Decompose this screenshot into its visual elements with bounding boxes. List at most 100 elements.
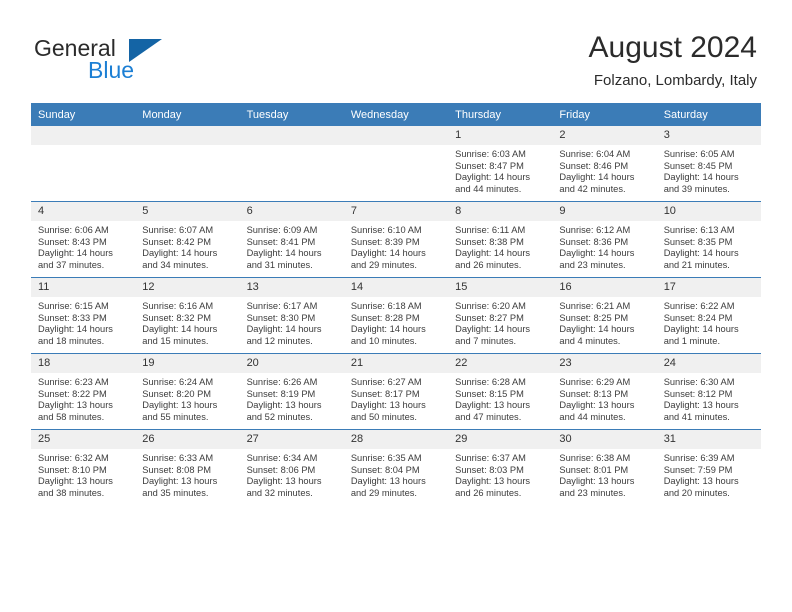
day-detail-line: Sunrise: 6:28 AM bbox=[455, 377, 526, 387]
day-detail-line: and 10 minutes. bbox=[350, 335, 417, 346]
day-cell-inner: 27 Sunrise: 6:34 AM Sunset: 8:06 PM Dayligh… bbox=[239, 430, 344, 505]
calendar-page: General Blue August 2024 Folzano, Lombar… bbox=[0, 0, 792, 612]
page-title: August 2024 bbox=[588, 31, 757, 64]
day-details: Sunrise: 6:12 AM Sunset: 8:36 PM Daylight:… bbox=[552, 221, 656, 271]
day-cell-inner: 13 Sunrise: 6:17 AM Sunset: 8:30 PM Dayligh… bbox=[239, 278, 344, 353]
day-details: Sunrise: 6:07 AM Sunset: 8:42 PM Daylight:… bbox=[135, 221, 239, 271]
calendar-day-cell[interactable]: 7 Sunrise: 6:10 AM Sunset: 8:39 PM Daylight… bbox=[343, 201, 449, 278]
day-detail-line: and 42 minutes. bbox=[559, 183, 626, 194]
calendar-day-cell[interactable]: 4 Sunrise: 6:06 AM Sunset: 8:43 PM Daylight… bbox=[31, 201, 136, 278]
calendar-day-cell[interactable]: 14 Sunrise: 6:18 AM Sunset: 8:28 PM Dayligh… bbox=[343, 277, 449, 354]
day-detail-line: Sunset: 8:27 PM bbox=[455, 312, 524, 323]
day-cell-inner: 28 Sunrise: 6:35 AM Sunset: 8:04 PM Dayligh… bbox=[343, 430, 449, 505]
day-detail-line: Daylight: 13 hours bbox=[663, 400, 739, 411]
calendar-day-cell[interactable]: 19 Sunrise: 6:24 AM Sunset: 8:20 PM Dayligh… bbox=[135, 353, 240, 430]
day-details: Sunrise: 6:28 AM Sunset: 8:15 PM Daylight:… bbox=[448, 373, 552, 423]
day-detail-line: Sunset: 7:59 PM bbox=[663, 464, 733, 475]
calendar-day-cell[interactable]: 26 Sunrise: 6:33 AM Sunset: 8:08 PM Dayligh… bbox=[135, 429, 240, 505]
day-details: Sunrise: 6:22 AM Sunset: 8:24 PM Daylight:… bbox=[657, 297, 761, 347]
calendar-day-cell[interactable]: 6 Sunrise: 6:09 AM Sunset: 8:41 PM Daylight… bbox=[239, 201, 344, 278]
day-number bbox=[31, 126, 136, 145]
calendar-day-cell[interactable]: 22 Sunrise: 6:28 AM Sunset: 8:15 PM Dayligh… bbox=[448, 353, 553, 430]
day-number: 27 bbox=[239, 430, 344, 449]
day-details: Sunrise: 6:04 AM Sunset: 8:46 PM Daylight:… bbox=[552, 145, 656, 195]
calendar-day-cell[interactable]: 20 Sunrise: 6:26 AM Sunset: 8:19 PM Dayligh… bbox=[239, 353, 344, 430]
day-cell-inner bbox=[343, 126, 449, 201]
day-detail-line: and 29 minutes. bbox=[350, 487, 417, 498]
day-number: 22 bbox=[448, 354, 553, 373]
calendar-day-cell[interactable]: 11 Sunrise: 6:15 AM Sunset: 8:33 PM Dayligh… bbox=[31, 277, 136, 354]
day-details: Sunrise: 6:11 AM Sunset: 8:38 PM Daylight:… bbox=[448, 221, 552, 271]
day-number: 17 bbox=[656, 278, 761, 297]
day-detail-line: Daylight: 14 hours bbox=[663, 324, 739, 335]
calendar-day-cell[interactable]: 12 Sunrise: 6:16 AM Sunset: 8:32 PM Dayligh… bbox=[135, 277, 240, 354]
day-number: 1 bbox=[448, 126, 553, 145]
day-number: 14 bbox=[343, 278, 449, 297]
weekday-header-tuesday: Tuesday bbox=[239, 103, 344, 126]
day-detail-line: Daylight: 13 hours bbox=[350, 400, 426, 411]
day-detail-line: Sunset: 8:04 PM bbox=[350, 464, 420, 475]
day-number: 25 bbox=[31, 430, 136, 449]
day-detail-line: Sunset: 8:15 PM bbox=[455, 388, 524, 399]
calendar-week-row: 4 Sunrise: 6:06 AM Sunset: 8:43 PM Daylight… bbox=[31, 201, 761, 278]
calendar-day-cell[interactable]: 13 Sunrise: 6:17 AM Sunset: 8:30 PM Dayligh… bbox=[239, 277, 344, 354]
day-number: 23 bbox=[552, 354, 657, 373]
day-detail-line: Sunset: 8:39 PM bbox=[350, 236, 420, 247]
general-blue-logo[interactable]: General Blue bbox=[34, 36, 244, 88]
day-cell-inner: 11 Sunrise: 6:15 AM Sunset: 8:33 PM Dayligh… bbox=[31, 278, 136, 353]
day-number: 13 bbox=[239, 278, 344, 297]
day-detail-line: Sunrise: 6:33 AM bbox=[142, 453, 214, 463]
calendar-day-cell[interactable]: 1 Sunrise: 6:03 AM Sunset: 8:47 PM Daylight… bbox=[448, 126, 553, 202]
calendar-day-cell[interactable]: 28 Sunrise: 6:35 AM Sunset: 8:04 PM Dayligh… bbox=[343, 429, 449, 505]
day-details: Sunrise: 6:09 AM Sunset: 8:41 PM Daylight:… bbox=[240, 221, 344, 271]
day-detail-line: and 21 minutes. bbox=[663, 259, 730, 270]
day-details: Sunrise: 6:29 AM Sunset: 8:13 PM Daylight:… bbox=[552, 373, 656, 423]
calendar-day-cell[interactable]: 10 Sunrise: 6:13 AM Sunset: 8:35 PM Dayligh… bbox=[656, 201, 761, 278]
calendar-day-cell[interactable]: 31 Sunrise: 6:39 AM Sunset: 7:59 PM Dayligh… bbox=[656, 429, 761, 505]
day-detail-line: Daylight: 14 hours bbox=[350, 248, 426, 259]
calendar-day-cell[interactable]: 23 Sunrise: 6:29 AM Sunset: 8:13 PM Dayligh… bbox=[552, 353, 657, 430]
day-detail-line: and 50 minutes. bbox=[350, 411, 417, 422]
day-number: 15 bbox=[448, 278, 553, 297]
calendar-day-cell[interactable]: 18 Sunrise: 6:23 AM Sunset: 8:22 PM Dayligh… bbox=[31, 353, 136, 430]
day-cell-inner: 20 Sunrise: 6:26 AM Sunset: 8:19 PM Dayligh… bbox=[239, 354, 344, 429]
day-cell-inner: 3 Sunrise: 6:05 AM Sunset: 8:45 PM Daylight… bbox=[656, 126, 761, 201]
calendar-day-cell[interactable]: 2 Sunrise: 6:04 AM Sunset: 8:46 PM Daylight… bbox=[552, 126, 657, 202]
day-detail-line: and 44 minutes. bbox=[559, 411, 626, 422]
calendar-day-cell[interactable]: 21 Sunrise: 6:27 AM Sunset: 8:17 PM Dayligh… bbox=[343, 353, 449, 430]
day-detail-line: Daylight: 13 hours bbox=[455, 400, 531, 411]
day-detail-line: Daylight: 13 hours bbox=[38, 400, 113, 411]
calendar-day-cell[interactable]: 30 Sunrise: 6:38 AM Sunset: 8:01 PM Dayligh… bbox=[552, 429, 657, 505]
day-detail-line: Sunrise: 6:18 AM bbox=[350, 301, 422, 311]
calendar-day-cell[interactable]: 8 Sunrise: 6:11 AM Sunset: 8:38 PM Daylight… bbox=[448, 201, 553, 278]
calendar-day-cell[interactable]: 24 Sunrise: 6:30 AM Sunset: 8:12 PM Dayligh… bbox=[656, 353, 761, 430]
day-details: Sunrise: 6:30 AM Sunset: 8:12 PM Daylight:… bbox=[657, 373, 761, 423]
day-detail-line: Sunrise: 6:22 AM bbox=[663, 301, 735, 311]
day-number: 19 bbox=[135, 354, 240, 373]
day-detail-line: Sunset: 8:01 PM bbox=[559, 464, 629, 475]
calendar-day-cell[interactable]: 5 Sunrise: 6:07 AM Sunset: 8:42 PM Daylight… bbox=[135, 201, 240, 278]
day-details: Sunrise: 6:33 AM Sunset: 8:08 PM Daylight:… bbox=[135, 449, 239, 499]
day-details: Sunrise: 6:32 AM Sunset: 8:10 PM Daylight:… bbox=[31, 449, 135, 499]
day-detail-line: Daylight: 14 hours bbox=[663, 248, 739, 259]
calendar-empty-cell bbox=[343, 126, 449, 202]
calendar-week-row: 1 Sunrise: 6:03 AM Sunset: 8:47 PM Daylight… bbox=[31, 126, 761, 202]
calendar-day-cell[interactable]: 3 Sunrise: 6:05 AM Sunset: 8:45 PM Daylight… bbox=[656, 126, 761, 202]
day-detail-line: Sunset: 8:47 PM bbox=[455, 160, 524, 171]
calendar-body: 1 Sunrise: 6:03 AM Sunset: 8:47 PM Daylight… bbox=[31, 126, 761, 505]
calendar-day-cell[interactable]: 17 Sunrise: 6:22 AM Sunset: 8:24 PM Dayligh… bbox=[656, 277, 761, 354]
day-details: Sunrise: 6:21 AM Sunset: 8:25 PM Daylight:… bbox=[552, 297, 656, 347]
calendar-day-cell[interactable]: 29 Sunrise: 6:37 AM Sunset: 8:03 PM Dayligh… bbox=[448, 429, 553, 505]
day-detail-line: Daylight: 13 hours bbox=[455, 476, 531, 487]
day-detail-line: Sunset: 8:38 PM bbox=[455, 236, 524, 247]
calendar-day-cell[interactable]: 25 Sunrise: 6:32 AM Sunset: 8:10 PM Dayligh… bbox=[31, 429, 136, 505]
day-detail-line: Sunset: 8:20 PM bbox=[142, 388, 212, 399]
day-detail-line: Daylight: 14 hours bbox=[455, 324, 531, 335]
day-cell-inner: 17 Sunrise: 6:22 AM Sunset: 8:24 PM Dayligh… bbox=[656, 278, 761, 353]
calendar-day-cell[interactable]: 15 Sunrise: 6:20 AM Sunset: 8:27 PM Dayligh… bbox=[448, 277, 553, 354]
calendar-day-cell[interactable]: 16 Sunrise: 6:21 AM Sunset: 8:25 PM Dayligh… bbox=[552, 277, 657, 354]
day-cell-inner bbox=[135, 126, 240, 201]
calendar-day-cell[interactable]: 9 Sunrise: 6:12 AM Sunset: 8:36 PM Daylight… bbox=[552, 201, 657, 278]
calendar-day-cell[interactable]: 27 Sunrise: 6:34 AM Sunset: 8:06 PM Dayligh… bbox=[239, 429, 344, 505]
day-details: Sunrise: 6:18 AM Sunset: 8:28 PM Daylight:… bbox=[344, 297, 448, 347]
